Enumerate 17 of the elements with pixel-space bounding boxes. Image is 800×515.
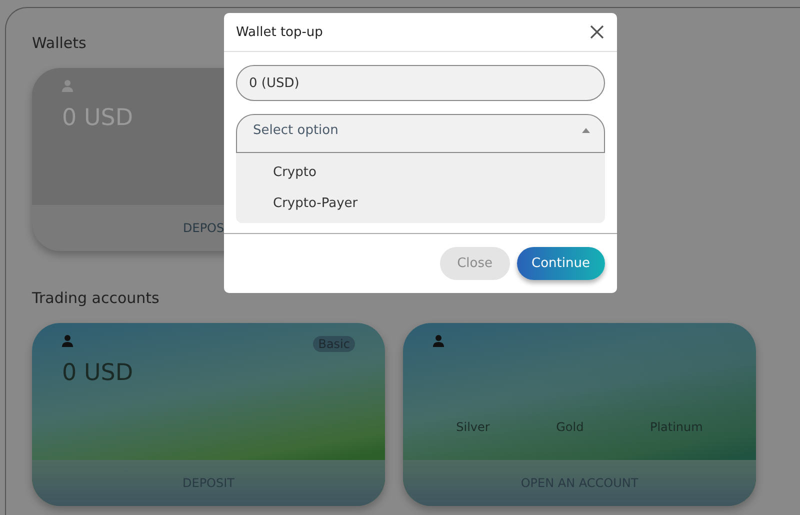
dialog-title: Wallet top-up <box>236 24 323 40</box>
caret-icon <box>582 128 590 133</box>
select-field[interactable]: Select option <box>236 114 605 153</box>
option-item[interactable]: Crypto-Payer <box>236 188 605 219</box>
option-item[interactable]: Crypto <box>236 157 605 188</box>
close-icon[interactable] <box>589 24 605 40</box>
tier-label: Gold <box>556 420 584 434</box>
wallet-action-link[interactable]: DEPOS <box>183 221 224 235</box>
section-title: Trading accounts <box>32 289 160 309</box>
person-icon <box>62 80 73 92</box>
amount-field[interactable]: 0 (USD) <box>236 65 605 101</box>
person-icon <box>433 335 444 347</box>
section-title: Wallets <box>32 34 88 54</box>
person-icon <box>62 335 73 347</box>
continue-button[interactable]: Continue <box>516 247 605 280</box>
balance-amount: 0 USD <box>62 360 134 386</box>
tier-label: Silver <box>456 420 490 434</box>
